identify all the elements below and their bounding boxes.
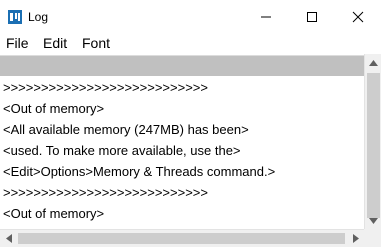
log-line: <All available memory (247MB) has been> [3, 122, 249, 137]
log-line: <used. To make more available, use the> [3, 143, 241, 158]
chevron-up-icon [369, 59, 378, 66]
chevron-right-icon [352, 234, 359, 243]
scrollbar-corner [364, 229, 381, 246]
minimize-button[interactable] [243, 0, 289, 34]
scroll-up-button[interactable] [365, 54, 381, 71]
title-bar[interactable]: Log [0, 0, 381, 34]
minimize-icon [261, 16, 271, 18]
vertical-scrollbar[interactable] [364, 54, 381, 229]
log-line: <Edit>Options>Memory & Threads command.> [3, 164, 276, 179]
scroll-down-button[interactable] [365, 212, 381, 229]
maximize-icon [307, 12, 317, 22]
log-line: <Out of memory> [3, 101, 105, 116]
chevron-down-icon [369, 217, 378, 224]
close-icon [352, 11, 364, 23]
log-line: <Out of memory> [3, 206, 105, 221]
menu-file[interactable]: File [6, 35, 29, 51]
menu-edit[interactable]: Edit [43, 35, 67, 51]
menu-font[interactable]: Font [82, 35, 110, 51]
maximize-button[interactable] [289, 0, 335, 34]
menu-bar: File Edit Font [0, 34, 381, 54]
log-line: >>>>>>>>>>>>>>>>>>>>>>>>>>> [3, 185, 208, 200]
log-line: >>>>>>>>>>>>>>>>>>>>>>>>>>> [3, 80, 208, 95]
header-strip [0, 55, 364, 76]
window-title: Log [28, 10, 49, 24]
app-icon [8, 10, 22, 24]
scroll-left-button[interactable] [0, 230, 17, 247]
scroll-right-button[interactable] [347, 230, 364, 247]
vertical-scroll-thumb[interactable] [367, 73, 380, 218]
close-button[interactable] [335, 0, 381, 34]
horizontal-scroll-thumb[interactable] [18, 233, 345, 244]
horizontal-scrollbar[interactable] [0, 229, 381, 247]
log-text-area[interactable]: >>>>>>>>>>>>>>>>>>>>>>>>>>> <Out of memo… [0, 76, 364, 229]
chevron-left-icon [5, 234, 12, 243]
